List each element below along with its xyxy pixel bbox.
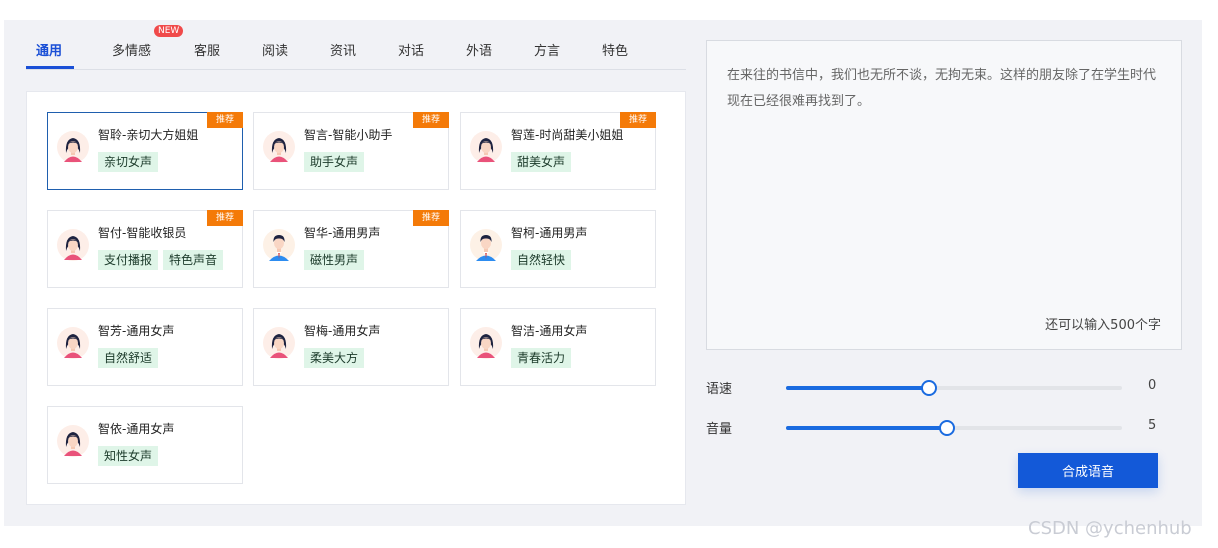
tab-2[interactable]: 客服 [194, 40, 220, 59]
tab-label: 外语 [466, 44, 493, 59]
char-counter: 还可以输入500个字 [1045, 318, 1161, 333]
voice-name: 智聆-亲切大方姐姐 [98, 128, 199, 142]
female-avatar-icon [263, 131, 295, 163]
female-avatar-icon [470, 327, 502, 359]
male-avatar-icon [470, 229, 502, 261]
voice-card[interactable]: 智言-智能小助手助手女声 推荐 [253, 112, 449, 190]
voice-tags: 磁性男声 [304, 250, 365, 270]
tab-label: 对话 [398, 44, 425, 59]
voice-tags: 自然舒适 [98, 348, 159, 368]
recommend-badge: 推荐 [620, 112, 656, 128]
voice-tags: 自然轻快 [511, 250, 572, 270]
recommend-badge: 推荐 [413, 210, 449, 226]
voice-tags: 柔美大方 [304, 348, 365, 368]
female-avatar-icon [263, 327, 295, 359]
speed-slider-track[interactable] [786, 380, 1122, 396]
synthesize-button[interactable]: 合成语音 [1018, 453, 1158, 488]
volume-label: 音量 [706, 422, 733, 437]
voice-tag: 磁性男声 [304, 250, 365, 270]
volume-slider-fill [786, 426, 948, 430]
voice-tags: 青春活力 [511, 348, 572, 368]
voice-tag: 自然舒适 [98, 348, 159, 368]
tab-label: 资讯 [330, 44, 357, 59]
voice-tags: 知性女声 [98, 446, 159, 466]
voice-card[interactable]: 智依-通用女声知性女声 [47, 406, 243, 484]
tab-6[interactable]: 外语 [466, 40, 492, 59]
male-avatar-icon [263, 229, 295, 261]
female-avatar-icon [57, 425, 89, 457]
voice-name: 智柯-通用男声 [511, 226, 588, 240]
text-input-area[interactable]: 在来往的书信中，我们也无所不谈，无拘无束。这样的朋友除了在学生时代现在已经很难再… [706, 40, 1182, 350]
voice-name: 智依-通用女声 [98, 422, 175, 436]
voice-list-panel: 智聆-亲切大方姐姐 亲切女声 推荐 智言-智能小助手 助手女声 推荐 智莲-时尚甜美小姐姐甜… [26, 91, 686, 505]
recommend-badge: 推荐 [207, 112, 243, 128]
tab-0[interactable]: 通用 [36, 40, 62, 59]
speed-slider-fill [786, 386, 929, 390]
tab-label: 客服 [194, 44, 221, 59]
voice-tags: 甜美女声 [511, 152, 572, 172]
voice-card[interactable]: 智洁-通用女声青春活力 [460, 308, 656, 386]
female-avatar-icon [57, 229, 89, 261]
tab-label: 特色 [602, 44, 629, 59]
voice-tag: 知性女声 [98, 446, 159, 466]
volume-slider-row: 音量 5 [706, 418, 1182, 438]
tab-label: 多情感 [112, 44, 152, 59]
voice-tag: 柔美大方 [304, 348, 365, 368]
new-badge: NEW [154, 25, 184, 37]
tab-3[interactable]: 阅读 [262, 40, 288, 59]
tab-4[interactable]: 资讯 [330, 40, 356, 59]
tab-label: 阅读 [262, 44, 289, 59]
voice-tag: 亲切女声 [98, 152, 159, 172]
voice-card[interactable]: 智华-通用男声磁性男声 推荐 [253, 210, 449, 288]
voice-card[interactable]: 智梅-通用女声柔美大方 [253, 308, 449, 386]
speed-slider-thumb[interactable] [920, 380, 937, 396]
voice-name: 智华-通用男声 [304, 226, 381, 240]
voice-card[interactable]: 智聆-亲切大方姐姐亲切女声 推荐 [47, 112, 243, 190]
voice-card[interactable]: 智芳-通用女声自然舒适 [47, 308, 243, 386]
active-tab-indicator [26, 66, 74, 69]
volume-slider-track[interactable] [786, 420, 1122, 436]
recommend-badge: 推荐 [413, 112, 449, 128]
voice-tag: 自然轻快 [511, 250, 572, 270]
female-avatar-icon [57, 131, 89, 163]
speed-value: 0 [1148, 378, 1157, 393]
tab-7[interactable]: 方言 [534, 40, 560, 59]
voice-card[interactable]: 智莲-时尚甜美小姐姐甜美女声 推荐 [460, 112, 656, 190]
recommend-badge: 推荐 [207, 210, 243, 226]
voice-tags: 亲切女声 [98, 152, 159, 172]
tab-1[interactable]: 多情感 NEW [112, 25, 184, 59]
voice-name: 智芳-通用女声 [98, 324, 175, 338]
voice-tags: 助手女声 [304, 152, 365, 172]
tab-label: 方言 [534, 44, 561, 59]
volume-slider-thumb[interactable] [939, 420, 956, 436]
voice-card[interactable]: 智柯-通用男声自然轻快 [460, 210, 656, 288]
voice-card[interactable]: 智付-智能收银员支付播报 特色声音 推荐 [47, 210, 243, 288]
voice-name: 智洁-通用女声 [511, 324, 588, 338]
voice-name: 智付-智能收银员 [98, 226, 187, 240]
volume-value: 5 [1148, 418, 1157, 433]
voice-tag: 青春活力 [511, 348, 572, 368]
speed-slider-row: 语速 0 [706, 378, 1182, 398]
voice-name: 智言-智能小助手 [304, 128, 393, 142]
tab-5[interactable]: 对话 [398, 40, 424, 59]
voice-tags: 支付播报 特色声音 [98, 250, 224, 270]
female-avatar-icon [470, 131, 502, 163]
watermark: CSDN @ychenhub [1028, 518, 1192, 539]
voice-tag: 助手女声 [304, 152, 365, 172]
voice-tag: 特色声音 [163, 250, 224, 270]
tab-label: 通用 [36, 44, 63, 59]
tab-8[interactable]: 特色 [602, 40, 628, 59]
female-avatar-icon [57, 327, 89, 359]
voice-name: 智莲-时尚甜美小姐姐 [511, 128, 624, 142]
category-tabs: 通用 多情感 NEW 客服 阅读 资讯 对话 外语 方言 特色 [26, 25, 686, 70]
voice-tag: 支付播报 [98, 250, 159, 270]
speed-label: 语速 [706, 382, 733, 397]
voice-tag: 甜美女声 [511, 152, 572, 172]
voice-name: 智梅-通用女声 [304, 324, 381, 338]
text-input-content[interactable]: 在来往的书信中，我们也无所不谈，无拘无束。这样的朋友除了在学生时代现在已经很难再… [727, 63, 1167, 115]
